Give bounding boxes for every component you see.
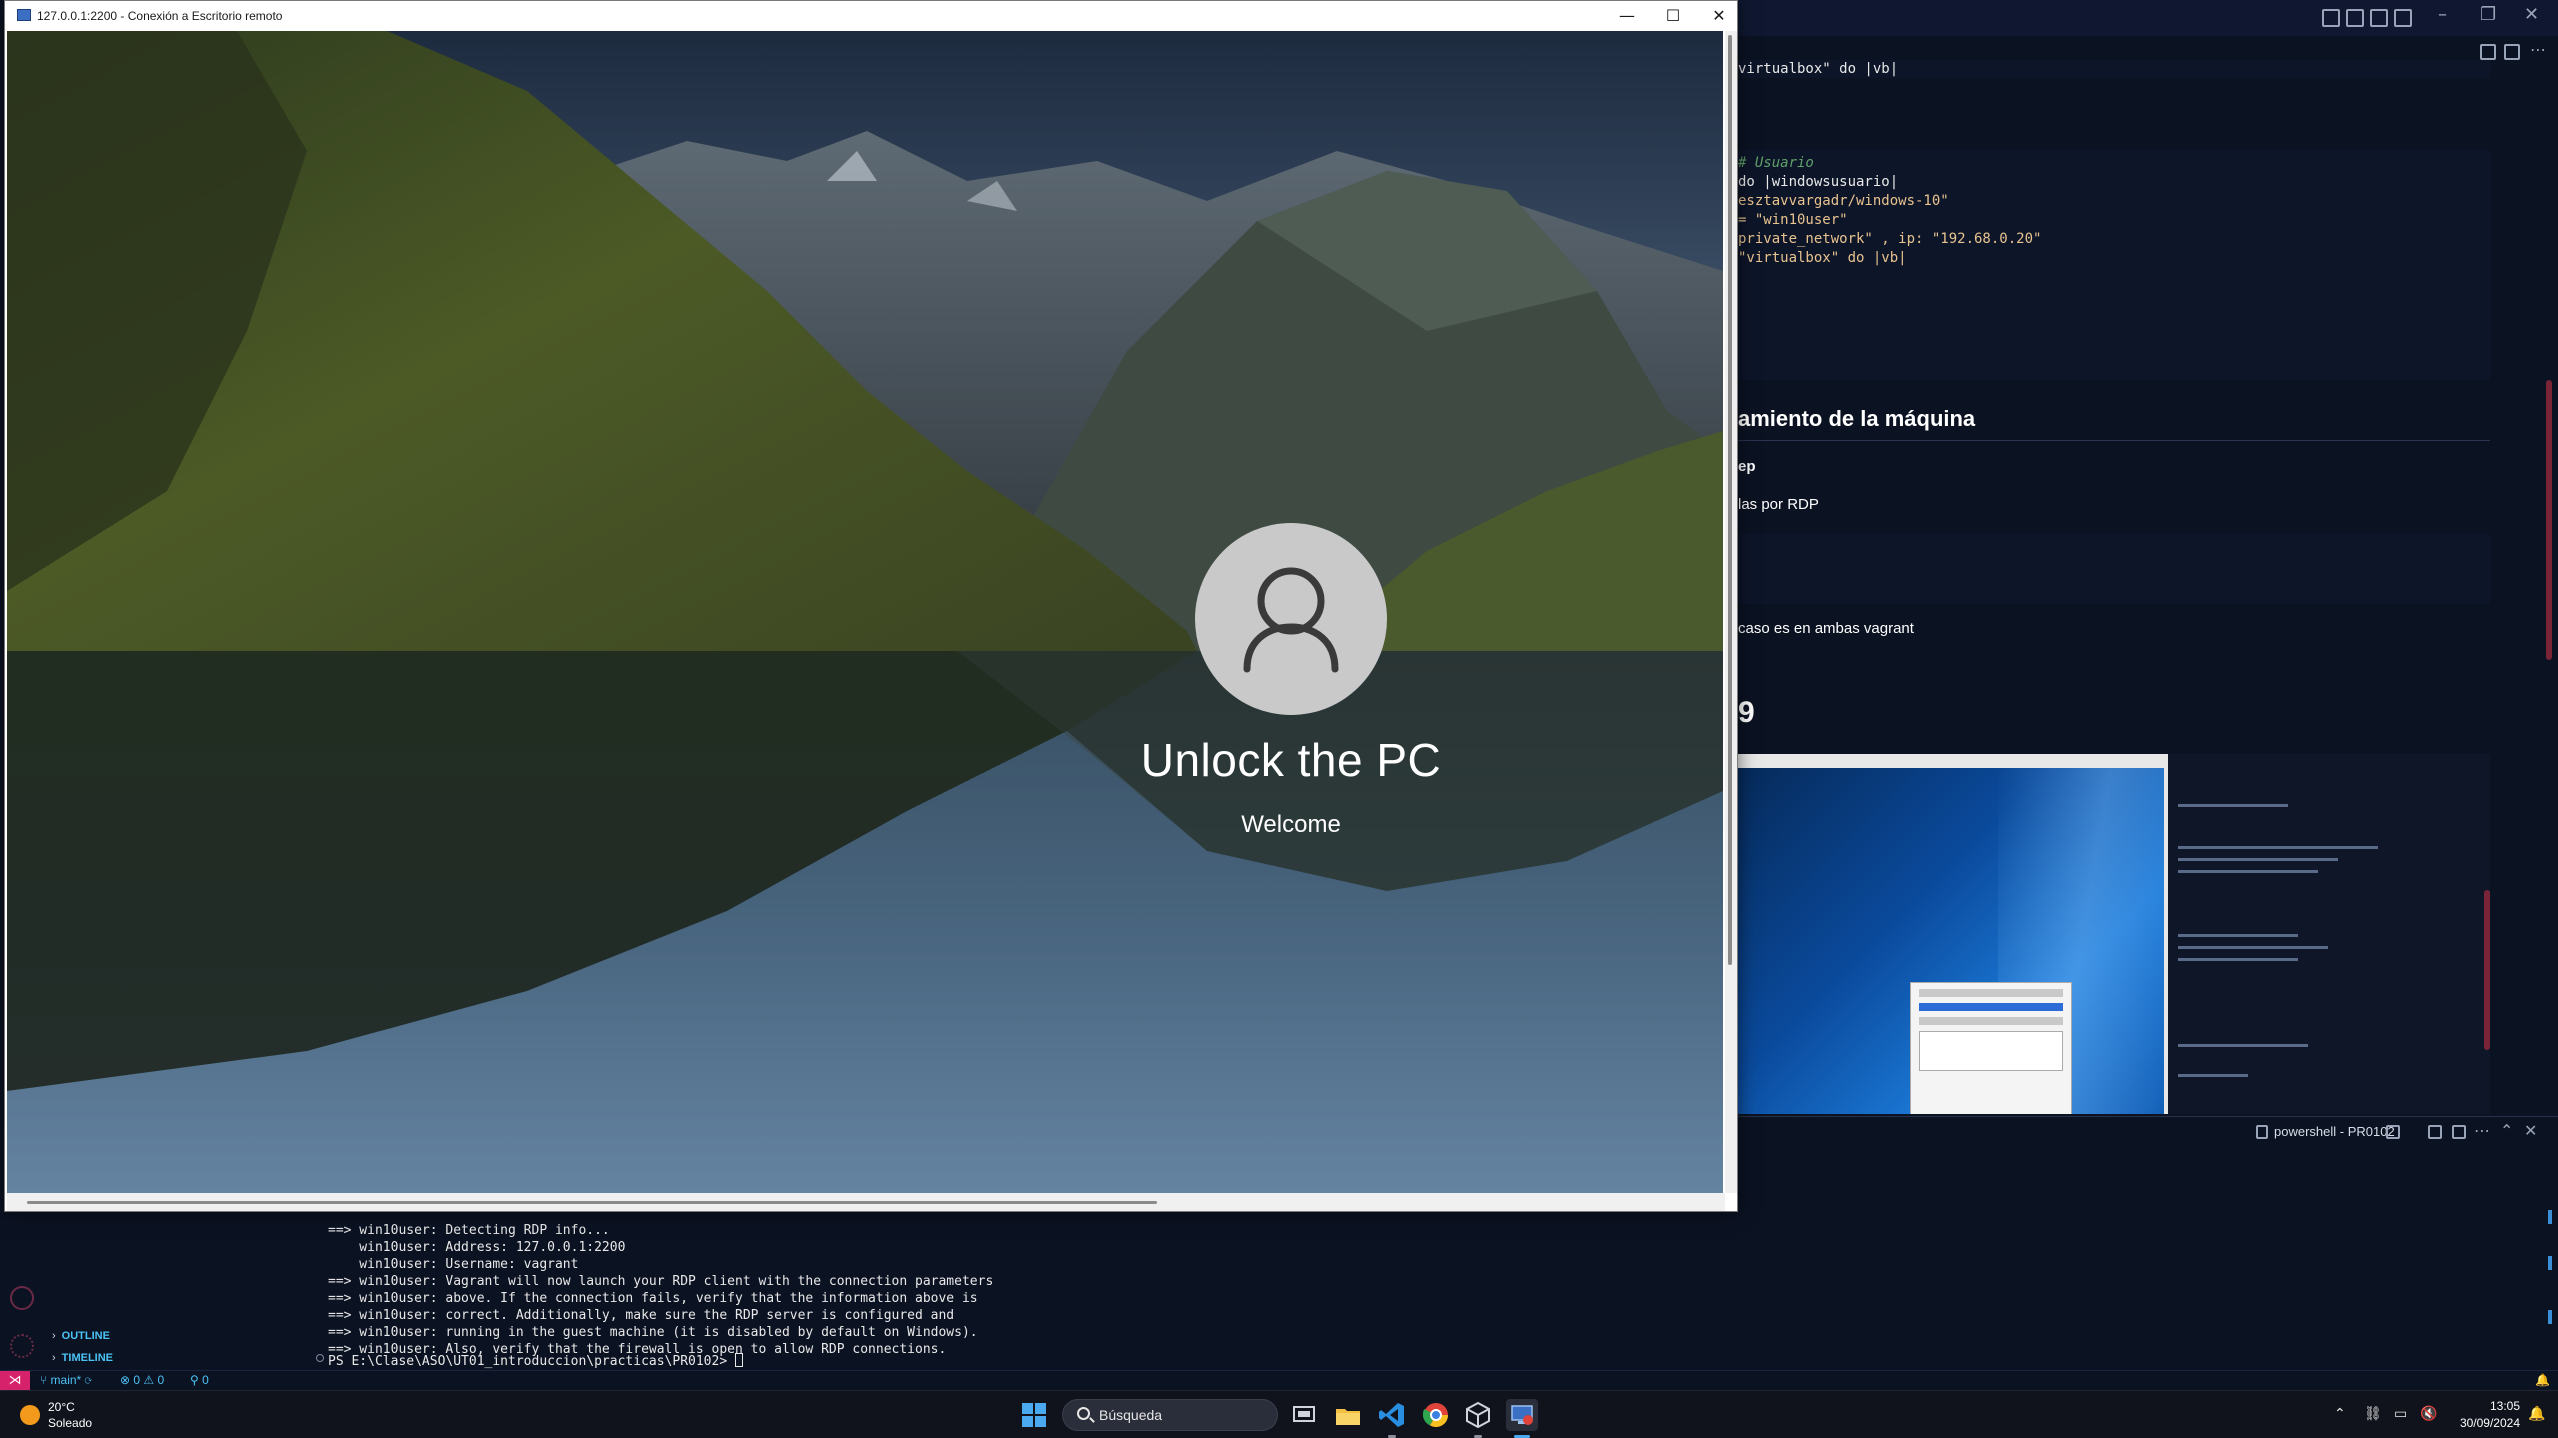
- more-terminal-icon[interactable]: ⋯: [2474, 1121, 2490, 1140]
- problems-status[interactable]: ⊗ 0 ⚠ 0: [120, 1373, 164, 1387]
- ports-status[interactable]: ⚲ 0: [190, 1373, 209, 1387]
- virtualbox-icon[interactable]: [1462, 1399, 1494, 1431]
- search-icon: [1077, 1407, 1090, 1420]
- markdown-paragraph: caso es en ambas vagrant: [1738, 620, 1914, 637]
- command-decoration-icon: [316, 1354, 324, 1362]
- vscode-minimize-icon[interactable]: –: [2438, 4, 2447, 25]
- clock-date[interactable]: 30/09/2024: [2440, 1416, 2520, 1430]
- terminal-icon: [2256, 1125, 2268, 1139]
- terminal-line: ==> win10user: Detecting RDP info...: [328, 1223, 610, 1238]
- status-bar: ⋊ ⑂ main* ⟳ ⊗ 0 ⚠ 0 ⚲ 0 🔔: [0, 1370, 2558, 1391]
- markdown-heading-large: 9: [1738, 696, 1755, 729]
- vscode-titlebar: – ❐ ✕: [1738, 0, 2558, 36]
- terminal-line: win10user: Username: vagrant: [328, 1257, 579, 1272]
- terminal-tab-label[interactable]: powershell - PR0102: [2274, 1124, 2395, 1139]
- manage-gear-icon[interactable]: [10, 1334, 34, 1358]
- network-tray-icon[interactable]: ⛓: [2364, 1406, 2382, 1422]
- rdp-titlebar[interactable]: 127.0.0.1:2200 - Conexión a Escritorio r…: [5, 1, 1737, 31]
- display-tray-icon[interactable]: ▭: [2394, 1406, 2407, 1422]
- split-terminal-icon[interactable]: [2386, 1125, 2400, 1139]
- sun-icon[interactable]: [20, 1405, 40, 1425]
- code-line: do |windowsusuario|: [1738, 174, 1899, 190]
- start-button[interactable]: [1022, 1403, 1046, 1427]
- close-panel-icon[interactable]: ✕: [2524, 1121, 2537, 1140]
- account-icon[interactable]: [10, 1286, 34, 1310]
- open-preview-icon[interactable]: [2480, 44, 2496, 60]
- windows-taskbar: 20°C Soleado Búsqueda ⌃ ⛓ ▭ 🔇 13:05 30/0…: [0, 1390, 2558, 1438]
- toggle-sidebar-icon[interactable]: [2322, 9, 2340, 27]
- markdown-paragraph: las por RDP: [1738, 496, 1819, 513]
- chevron-up-icon[interactable]: ⌃: [2500, 1121, 2513, 1140]
- terminal-line: ==> win10user: Vagrant will now launch y…: [328, 1274, 994, 1289]
- code-line: esztavvargadr/windows-10": [1738, 193, 1949, 209]
- chevron-up-icon[interactable]: ⌃: [2334, 1406, 2346, 1422]
- file-explorer-icon[interactable]: [1332, 1399, 1364, 1431]
- remote-indicator[interactable]: ⋊: [0, 1371, 30, 1391]
- code-line: private_network" , ip: "192.68.0.20": [1738, 231, 2042, 247]
- code-line: virtualbox" do |vb|: [1738, 61, 1899, 77]
- chevron-right-icon: ›: [52, 1330, 56, 1342]
- search-placeholder: Búsqueda: [1099, 1407, 1163, 1423]
- volume-mute-icon[interactable]: 🔇: [2420, 1406, 2437, 1422]
- rdp-vertical-scrollbar[interactable]: [1725, 31, 1737, 1193]
- embedded-screenshot: [1738, 754, 2490, 1114]
- terminal-panel-header: powershell - PR0102 ⋯ ⌃ ✕: [1738, 1116, 2558, 1146]
- more-actions-icon[interactable]: ⋯: [2530, 40, 2546, 59]
- customize-layout-icon[interactable]: [2394, 9, 2412, 27]
- markdown-bold: ep: [1738, 458, 1756, 475]
- markdown-heading: amiento de la máquina: [1738, 406, 1976, 431]
- rdp-window-title: 127.0.0.1:2200 - Conexión a Escritorio r…: [37, 9, 283, 23]
- close-button[interactable]: ✕: [1697, 3, 1741, 29]
- notifications-bell-icon[interactable]: 🔔: [2535, 1373, 2550, 1387]
- task-view-icon[interactable]: [1288, 1399, 1320, 1431]
- vscode-restore-icon[interactable]: ❐: [2480, 4, 2496, 25]
- vscode-close-icon[interactable]: ✕: [2524, 4, 2539, 25]
- user-avatar[interactable]: [1195, 523, 1387, 715]
- chevron-right-icon: ›: [52, 1352, 56, 1364]
- preview-scrollbar[interactable]: [2484, 890, 2490, 1050]
- rdp-horizontal-scrollbar[interactable]: [7, 1193, 1725, 1211]
- terminal-line: ==> win10user: correct. Additionally, ma…: [328, 1308, 955, 1323]
- vscode-app-icon[interactable]: [1376, 1399, 1408, 1431]
- timeline-section[interactable]: › TIMELINE: [52, 1352, 113, 1364]
- taskbar-search[interactable]: Búsqueda: [1062, 1399, 1278, 1431]
- terminal-line: ==> win10user: above. If the connection …: [328, 1291, 978, 1306]
- terminal-line: ==> win10user: running in the guest mach…: [328, 1325, 978, 1340]
- chrome-icon[interactable]: [1420, 1399, 1452, 1431]
- weather-condition[interactable]: Soleado: [48, 1416, 92, 1430]
- mini-dialog: [1910, 982, 2072, 1114]
- split-editor-icon[interactable]: [2504, 44, 2520, 60]
- remote-lock-screen[interactable]: Unlock the PC Welcome: [7, 31, 1723, 1193]
- remote-desktop-window: 127.0.0.1:2200 - Conexión a Escritorio r…: [4, 0, 1738, 1212]
- outline-section[interactable]: › OUTLINE: [52, 1330, 110, 1342]
- code-line: = "win10user": [1738, 212, 1848, 228]
- maximize-button[interactable]: ☐: [1651, 3, 1695, 29]
- remote-desktop-icon: [17, 9, 31, 21]
- minimize-button[interactable]: —: [1605, 3, 1649, 29]
- weather-temperature[interactable]: 20°C: [48, 1400, 75, 1414]
- terminal-prompt[interactable]: PS E:\Clase\ASO\UT01_introduccion\practi…: [328, 1353, 743, 1370]
- heading-divider: [1738, 440, 2490, 441]
- maximize-panel-icon[interactable]: [2428, 1125, 2442, 1139]
- terminal-scroll-markers: [2548, 1200, 2552, 1330]
- editor-scrollbar[interactable]: [2546, 380, 2552, 660]
- code-line: "virtualbox" do |vb|: [1738, 250, 1907, 266]
- unlock-title: Unlock the PC: [1140, 734, 1442, 786]
- code-comment: # Usuario: [1738, 155, 1814, 171]
- user-icon: [1243, 567, 1339, 673]
- remote-desktop-taskbar-icon[interactable]: [1506, 1399, 1538, 1431]
- toggle-secondary-sidebar-icon[interactable]: [2370, 9, 2388, 27]
- terminal-cursor: [735, 1353, 743, 1367]
- kill-terminal-icon[interactable]: [2452, 1125, 2466, 1139]
- branch-status[interactable]: ⑂ main* ⟳: [40, 1373, 92, 1387]
- notification-bell-icon[interactable]: 🔔: [2528, 1406, 2545, 1422]
- welcome-text: Welcome: [1241, 811, 1341, 838]
- clock-time[interactable]: 13:05: [2440, 1399, 2520, 1413]
- toggle-panel-icon[interactable]: [2346, 9, 2364, 27]
- terminal-line: win10user: Address: 127.0.0.1:2200: [328, 1240, 626, 1255]
